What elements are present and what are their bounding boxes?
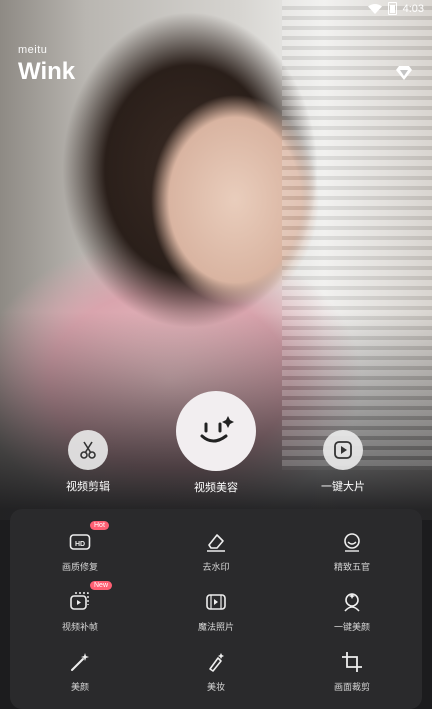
tool-label: 一键美颜	[333, 622, 370, 632]
vip-diamond-icon[interactable]	[396, 66, 412, 80]
video-edit-button[interactable]: 视频剪辑	[58, 430, 118, 494]
wifi-icon	[367, 3, 382, 14]
one-click-film-label: 一键大片	[321, 481, 365, 493]
svg-text:HD: HD	[75, 541, 85, 548]
tool-label: 视频补帧	[61, 622, 98, 632]
hot-badge: Hot	[90, 521, 109, 530]
new-badge: New	[90, 581, 113, 590]
tool-one-click-beauty[interactable]: 一键美颜	[302, 591, 402, 633]
tool-remove-watermark[interactable]: 去水印	[166, 531, 266, 573]
tool-frame-interpolation[interactable]: New 视频补帧	[30, 581, 130, 633]
tool-label: 画面裁剪	[333, 682, 370, 692]
tool-label: 去水印	[202, 562, 230, 572]
tool-quality-repair[interactable]: HD Hot 画质修复	[30, 521, 130, 573]
magic-wand-icon	[71, 653, 89, 671]
tool-label: 精致五官	[333, 562, 370, 572]
face-icon	[344, 533, 360, 552]
tool-label: 魔法照片	[197, 622, 234, 632]
one-click-film-button[interactable]: 一键大片	[313, 430, 373, 494]
eraser-icon	[207, 534, 225, 552]
tool-crop[interactable]: 画面裁剪	[302, 651, 402, 693]
tool-makeup[interactable]: 美妆	[166, 651, 266, 693]
play-icon	[334, 441, 352, 459]
status-icons: 4:03	[367, 2, 424, 15]
brand-label-small: meitu	[18, 44, 48, 56]
video-beauty-circle	[176, 391, 256, 471]
battery-icon	[387, 2, 397, 15]
video-edit-circle	[68, 430, 108, 470]
frames-icon	[70, 592, 89, 610]
video-beauty-button[interactable]: 视频美容	[176, 391, 256, 495]
crop-icon	[342, 652, 362, 672]
tool-label: 画质修复	[61, 562, 98, 572]
tool-beauty[interactable]: 美颜	[30, 651, 130, 693]
film-icon	[206, 594, 226, 610]
tool-magic-photo[interactable]: 魔法照片	[166, 591, 266, 633]
video-beauty-label: 视频美容	[194, 482, 238, 494]
status-time: 4:03	[402, 2, 424, 15]
makeup-brush-icon	[209, 653, 224, 672]
video-edit-label: 视频剪辑	[66, 481, 110, 493]
tools-panel: HD Hot 画质修复 去水印 精致五官 New 视频补帧 魔法照片 一键美颜 …	[10, 509, 422, 709]
brand-logo: Wink	[18, 58, 76, 85]
portrait-icon	[344, 593, 360, 612]
scissors-icon	[80, 441, 96, 459]
tool-label: 美颜	[70, 682, 89, 692]
tool-refine-features[interactable]: 精致五官	[302, 531, 402, 573]
status-bar: 4:03	[0, 0, 432, 18]
hd-icon: HD	[69, 534, 91, 550]
smile-sparkle-icon	[200, 416, 234, 443]
one-click-film-circle	[323, 430, 363, 470]
tool-label: 美妆	[206, 682, 225, 692]
